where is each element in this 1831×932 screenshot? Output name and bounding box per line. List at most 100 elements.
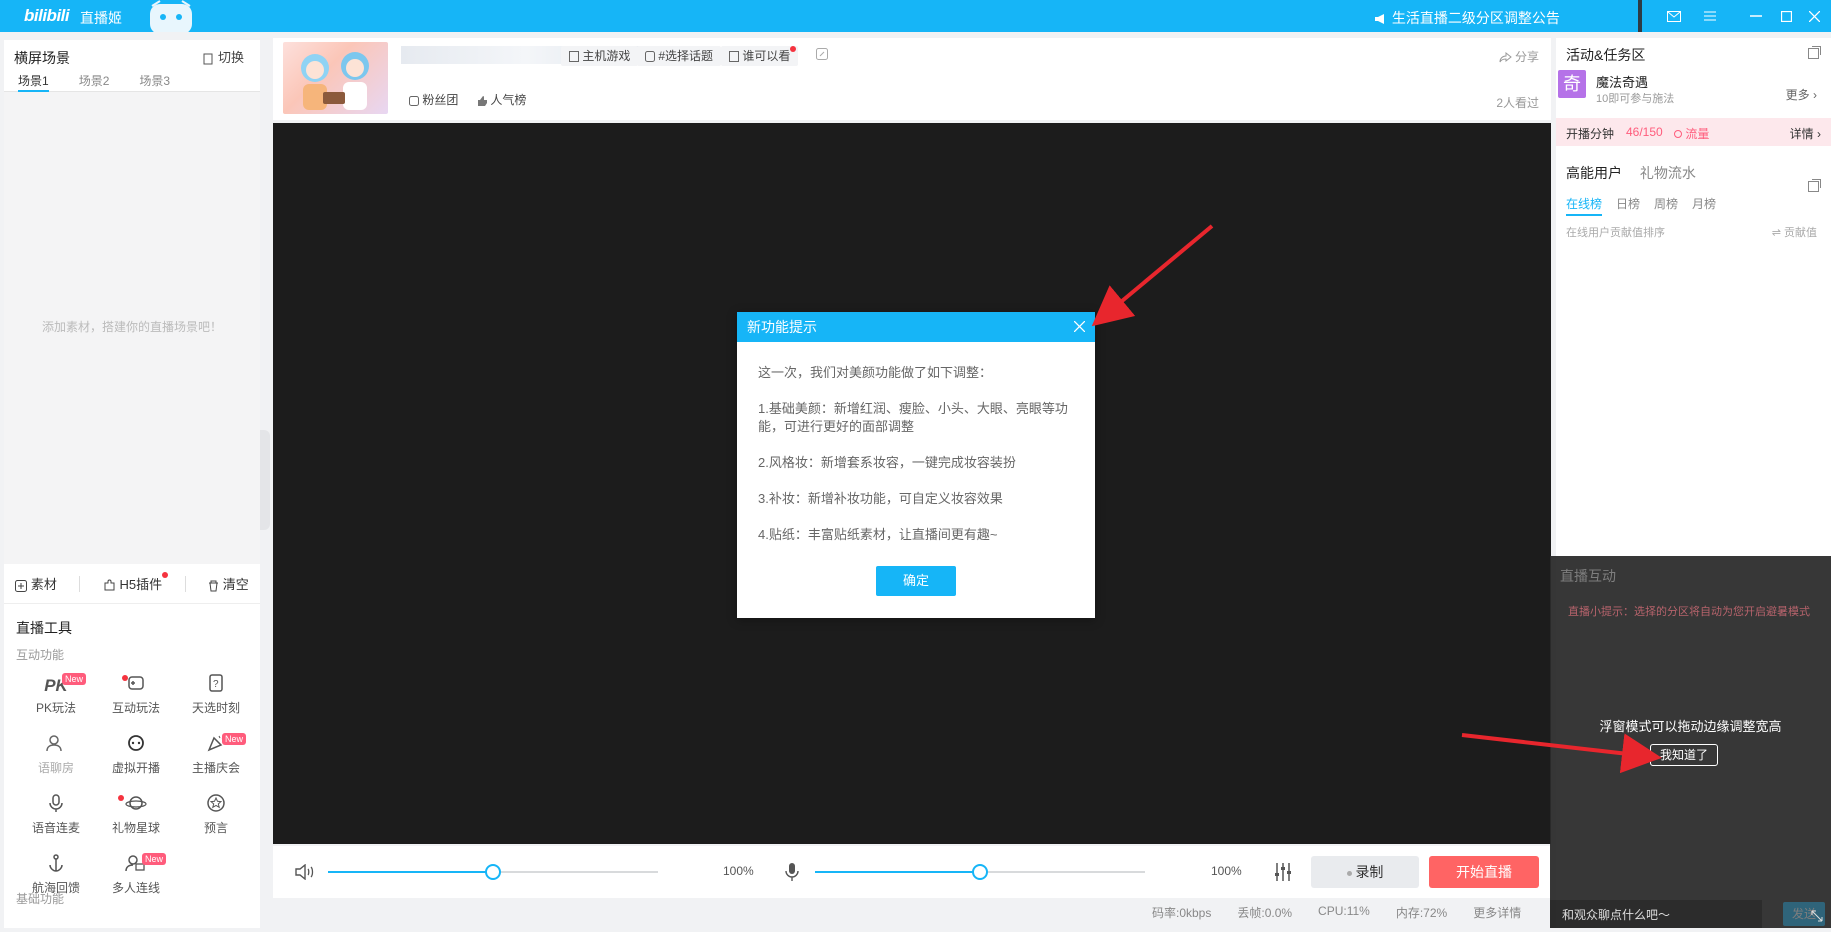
more-activities-link[interactable]: 更多 › xyxy=(1786,86,1817,103)
room-cover[interactable] xyxy=(283,42,388,114)
start-live-button[interactable]: 开始直播 xyxy=(1429,856,1539,888)
scene-source-list[interactable]: 添加素材，搭建你的直播场景吧！ xyxy=(4,92,260,564)
close-window-button[interactable] xyxy=(1796,0,1831,32)
tab-high-energy-users[interactable]: 高能用户 xyxy=(1566,165,1622,181)
tab-online-rank[interactable]: 在线榜 xyxy=(1566,195,1603,216)
scene-panel: 横屏场景 切换 场景1 场景2 场景3 添加素材，搭建你的直播场景吧！ 素材 H… xyxy=(4,40,260,928)
tool-prediction[interactable]: 预言 xyxy=(176,793,256,837)
h5-label: H5插件 xyxy=(119,577,163,592)
tab-scene-3[interactable]: 场景3 xyxy=(139,70,170,91)
details-label: 详情 xyxy=(1789,127,1814,141)
dialog-item: 3.补妆：新增补妆功能，可自定义妆容效果 xyxy=(758,491,1003,506)
tool-gift-planet[interactable]: 礼物星球 xyxy=(96,793,176,837)
interaction-float-window[interactable]: 直播互动 直播小提示：选择的分区将自动为您开启避暑模式 浮窗模式可以拖动边缘调整… xyxy=(1550,556,1831,928)
collapse-panel-handle[interactable] xyxy=(260,430,270,530)
basic-section-title: 基础功能 xyxy=(16,892,65,906)
fans-club-button[interactable]: 粉丝团 xyxy=(401,90,466,110)
details-link[interactable]: 详情 › xyxy=(1790,125,1821,142)
tool-virtual-live[interactable]: 虚拟开播 xyxy=(96,733,176,777)
contribution-sort[interactable]: ⇌ 贡献值 xyxy=(1772,224,1817,240)
popout-icon[interactable] xyxy=(1808,46,1821,59)
tool-pk[interactable]: PK New PK玩法 xyxy=(16,673,96,717)
got-it-button[interactable]: 我知道了 xyxy=(1650,744,1718,766)
dialog-ok-button[interactable]: 确定 xyxy=(876,566,956,596)
category-chip[interactable]: 主机游戏 xyxy=(561,46,639,66)
eye-doc-icon xyxy=(729,51,739,63)
tab-daily-rank[interactable]: 日榜 xyxy=(1616,195,1640,216)
maximize-icon xyxy=(1780,10,1792,22)
tool-interactive-play[interactable]: 互动玩法 xyxy=(96,673,176,717)
menu-button[interactable] xyxy=(1692,0,1728,32)
planet-icon xyxy=(96,793,176,819)
h5-plugin-button[interactable]: H5插件 xyxy=(103,572,169,593)
mixer-icon[interactable] xyxy=(1273,862,1293,882)
puzzle-icon xyxy=(104,579,115,591)
interaction-title: 直播互动 xyxy=(1560,568,1616,584)
tool-label: 虚拟开播 xyxy=(111,761,160,775)
close-icon xyxy=(1073,320,1085,333)
notice-link[interactable]: 生活直播二级分区调整公告 xyxy=(1374,8,1560,28)
volume-percent: 100% xyxy=(723,864,754,878)
frame-drop-status: 丢帧:0.0% xyxy=(1237,906,1293,920)
tip-text: 选择的分区将自动为您开启避暑模式 xyxy=(1634,606,1810,618)
mic-slider-knob[interactable] xyxy=(972,864,988,880)
cpu-status: CPU:11% xyxy=(1318,904,1370,918)
share-label: 分享 xyxy=(1514,50,1539,64)
hamburger-icon xyxy=(1704,11,1716,21)
volume-slider-knob[interactable] xyxy=(485,864,501,880)
switch-orientation-button[interactable]: 切换 xyxy=(202,47,244,66)
mail-button[interactable] xyxy=(1656,0,1692,32)
tab-gift-flow[interactable]: 礼物流水 xyxy=(1640,165,1696,181)
topic-chip[interactable]: #选择话题 xyxy=(637,46,722,66)
scene-panel-title: 横屏场景 xyxy=(14,50,70,66)
tool-label: 主播庆会 xyxy=(191,761,240,775)
contrib-label: 贡献值 xyxy=(1784,227,1817,239)
tool-multi-link[interactable]: New 多人连线 xyxy=(96,853,176,897)
edit-icon[interactable] xyxy=(816,48,828,60)
popularity-button[interactable]: 人气榜 xyxy=(469,90,534,110)
mascot-icon xyxy=(150,0,192,32)
visibility-chip[interactable]: 谁可以看 xyxy=(721,46,799,66)
tool-label: 多人连线 xyxy=(111,881,160,895)
tool-voice-room[interactable]: 语聊房 xyxy=(16,733,96,777)
notification-dot xyxy=(122,675,128,681)
interactive-section-title: 互动功能 xyxy=(16,648,65,662)
more-details-link[interactable]: 更多详情 xyxy=(1473,904,1521,921)
scene-actions: 素材 H5插件 清空 xyxy=(4,564,260,604)
speaker-icon[interactable] xyxy=(295,864,315,880)
tool-voice-link[interactable]: 语音连麦 xyxy=(16,793,96,837)
popout-icon[interactable] xyxy=(1808,179,1821,192)
clear-button[interactable]: 清空 xyxy=(208,574,249,593)
rank-hint: 在线用户贡献值排序 xyxy=(1566,227,1665,239)
record-button[interactable]: 录制 xyxy=(1311,856,1419,888)
trash-icon xyxy=(209,580,219,592)
tool-label: 互动玩法 xyxy=(111,701,160,715)
tab-scene-1[interactable]: 场景1 xyxy=(18,70,49,92)
dialog-body: 这一次，我们对美颜功能做了如下调整： 1.基础美颜：新增红润、瘦脸、小头、大眼、… xyxy=(737,342,1095,544)
tool-celebration[interactable]: New 主播庆会 xyxy=(176,733,256,777)
tool-lucky-draw[interactable]: ? 天选时刻 xyxy=(176,673,256,717)
memory-status: 内存:72% xyxy=(1395,906,1448,920)
activity-name[interactable]: 魔法奇遇 xyxy=(1596,72,1648,91)
dialog-close-button[interactable] xyxy=(1069,312,1089,342)
rotate-icon xyxy=(203,53,213,65)
status-bar: 码率:0kbps 丢帧:0.0% CPU:11% 内存:72% 更多详情 xyxy=(1152,904,1521,921)
tools-grid: PK New PK玩法 互动玩法 ? 天选时刻 语聊房 虚拟开播 New 主播庆… xyxy=(4,663,260,897)
add-material-button[interactable]: 素材 xyxy=(15,574,57,593)
tab-monthly-rank[interactable]: 月榜 xyxy=(1692,195,1716,216)
resize-icon[interactable] xyxy=(1811,910,1823,922)
audio-controls: 100% 100% 录制 开始直播 xyxy=(273,846,1551,898)
switch-label: 切换 xyxy=(217,50,244,65)
traffic-icon xyxy=(1674,130,1682,138)
chat-input[interactable]: 和观众聊点什么吧～ xyxy=(1550,900,1762,928)
megaphone-icon xyxy=(1375,14,1384,25)
share-icon xyxy=(1499,52,1512,63)
more-label: 更多 xyxy=(1785,88,1810,102)
minimize-icon xyxy=(1750,15,1762,17)
tool-label: PK玩法 xyxy=(35,701,76,715)
tip-prefix: 直播小提示： xyxy=(1568,606,1634,618)
tab-weekly-rank[interactable]: 周榜 xyxy=(1654,195,1678,216)
microphone-icon[interactable] xyxy=(785,862,799,882)
tab-scene-2[interactable]: 场景2 xyxy=(79,70,110,91)
share-button[interactable]: 分享 xyxy=(1499,48,1539,65)
